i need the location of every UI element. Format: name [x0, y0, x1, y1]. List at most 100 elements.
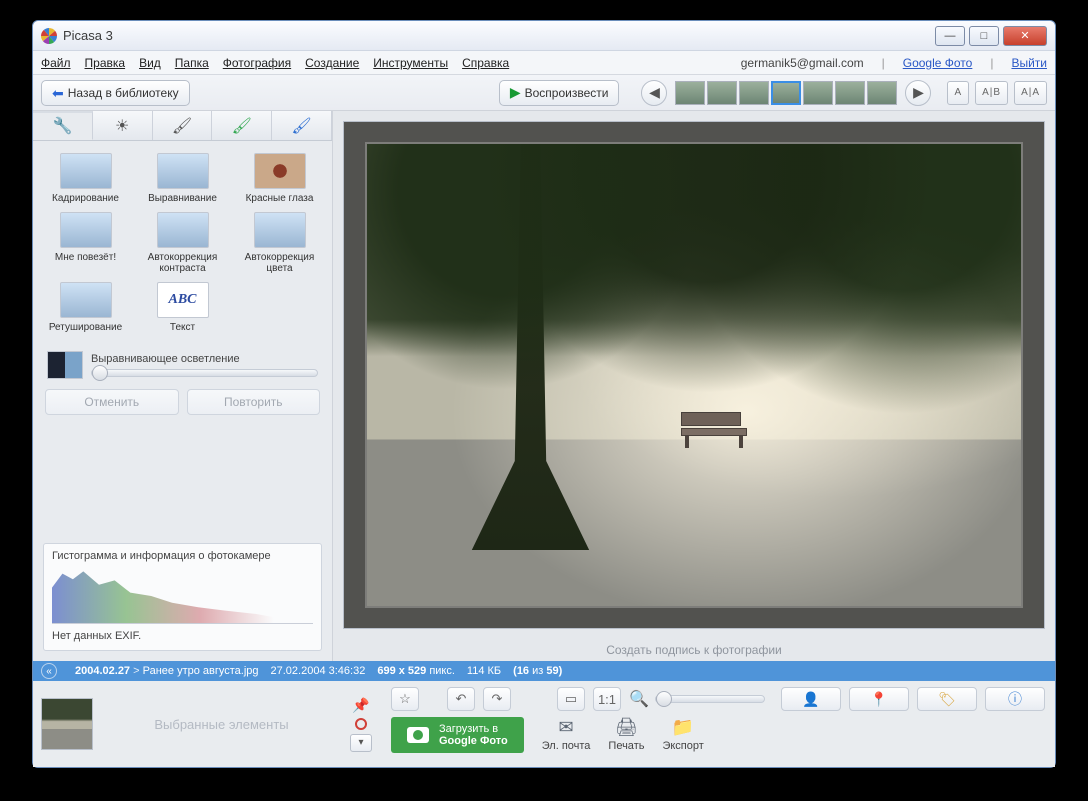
- tab-basic-fixes[interactable]: 🔧: [33, 111, 93, 140]
- people-tag-button[interactable]: 👤: [781, 687, 841, 711]
- tray-dropdown[interactable]: ▾: [350, 734, 372, 752]
- tool-lucky[interactable]: Мне повезёт!: [41, 212, 130, 274]
- tool-straighten[interactable]: Выравнивание: [138, 153, 227, 204]
- thumbnail-selected[interactable]: [771, 81, 801, 105]
- menu-edit[interactable]: Правка: [85, 56, 126, 70]
- pin-icon[interactable]: 📌: [352, 697, 369, 714]
- retouch-icon: [60, 282, 112, 318]
- tool-retouch[interactable]: Ретуширование: [41, 282, 130, 333]
- menu-tools[interactable]: Инструменты: [373, 56, 448, 70]
- caption-input[interactable]: Создать подпись к фотографии: [333, 639, 1055, 661]
- actions-panel: ☆ ↶ ↷ ▭ 1:1 🔍 👤 📍 🏷 ⓘ: [381, 681, 1055, 767]
- tab-effects-2[interactable]: 🖌: [212, 111, 272, 140]
- tool-auto-contrast[interactable]: Автокоррекция контраста: [138, 212, 227, 274]
- print-icon: 🖨: [615, 717, 638, 738]
- exif-message: Нет данных EXIF.: [52, 630, 313, 642]
- brush-icon: 🖌: [172, 116, 192, 136]
- close-button[interactable]: ✕: [1003, 26, 1047, 46]
- play-slideshow-button[interactable]: ▶ Воспроизвести: [499, 80, 620, 106]
- fill-light-group: Выравнивающее осветление: [33, 345, 332, 389]
- star-button[interactable]: ☆: [391, 687, 419, 711]
- rotate-right-button[interactable]: ↷: [483, 687, 511, 711]
- file-path: 2004.02.27 > Ранее утро августа.jpg: [75, 665, 259, 677]
- fill-light-slider[interactable]: [91, 369, 318, 377]
- bottom-panel: Выбранные элементы 📌 ▾ ☆ ↶ ↷ ▭ 1:1 🔍: [33, 681, 1055, 767]
- file-datetime: 27.02.2004 3:46:32: [271, 665, 366, 677]
- menu-file[interactable]: Файл: [41, 56, 71, 70]
- back-to-library-button[interactable]: ⬅ Назад в библиотеку: [41, 80, 190, 106]
- fill-light-label: Выравнивающее осветление: [91, 353, 318, 365]
- menu-folder[interactable]: Папка: [175, 56, 209, 70]
- contrast-icon: [157, 212, 209, 248]
- tab-effects-1[interactable]: 🖌: [153, 111, 213, 140]
- next-photo-button[interactable]: ▶: [905, 80, 931, 106]
- status-infobar: « 2004.02.27 > Ранее утро августа.jpg 27…: [33, 661, 1055, 681]
- menu-photo[interactable]: Фотография: [223, 56, 291, 70]
- wrench-icon: 🔧: [52, 116, 72, 136]
- geo-tag-button[interactable]: 📍: [849, 687, 909, 711]
- tag-button[interactable]: 🏷: [917, 687, 977, 711]
- tab-tuning[interactable]: ☀: [93, 111, 153, 140]
- play-label: Воспроизвести: [525, 86, 609, 100]
- edit-sidebar: 🔧 ☀ 🖌 🖌 🖌 Кадрирование Выравнивание Крас…: [33, 111, 333, 661]
- brush-blue-icon: 🖌: [291, 116, 311, 136]
- collapse-tray-button[interactable]: «: [41, 663, 57, 679]
- zoom-slider[interactable]: [655, 695, 765, 703]
- compare-ab-button[interactable]: A|B: [975, 81, 1008, 105]
- photo-bench-detail: [681, 412, 747, 448]
- tool-redeye[interactable]: Красные глаза: [235, 153, 324, 204]
- email-button[interactable]: ✉Эл. почта: [542, 717, 591, 752]
- thumbnail[interactable]: [675, 81, 705, 105]
- compare-a-button[interactable]: A: [947, 81, 969, 105]
- brush-green-icon: 🖌: [232, 116, 252, 136]
- tool-auto-color[interactable]: Автокоррекция цвета: [235, 212, 324, 274]
- redo-button[interactable]: Повторить: [187, 389, 321, 415]
- rotate-left-button[interactable]: ↶: [447, 687, 475, 711]
- histogram-panel: Гистограмма и информация о фотокамере Не…: [43, 543, 322, 651]
- thumbnail[interactable]: [803, 81, 833, 105]
- thumbnail[interactable]: [835, 81, 865, 105]
- tool-crop[interactable]: Кадрирование: [41, 153, 130, 204]
- upload-google-photos-button[interactable]: Загрузить вGoogle Фото: [391, 717, 524, 753]
- menu-create[interactable]: Создание: [305, 56, 359, 70]
- menu-view[interactable]: Вид: [139, 56, 161, 70]
- tool-text[interactable]: Текст: [138, 282, 227, 333]
- viewer-pane: Создать подпись к фотографии: [333, 111, 1055, 661]
- photo-canvas[interactable]: [343, 121, 1045, 629]
- crop-icon: [60, 153, 112, 189]
- email-icon: ✉: [559, 717, 574, 738]
- selection-tray: Выбранные элементы 📌 ▾: [33, 681, 381, 767]
- content-area: 🔧 ☀ 🖌 🖌 🖌 Кадрирование Выравнивание Крас…: [33, 111, 1055, 661]
- menubar: Файл Правка Вид Папка Фотография Создани…: [33, 51, 1055, 75]
- titlebar[interactable]: Picasa 3 — □ ✕: [33, 21, 1055, 51]
- maximize-button[interactable]: □: [969, 26, 999, 46]
- camera-icon: [407, 727, 429, 743]
- file-size: 114 КБ: [467, 665, 501, 677]
- sun-icon: ☀: [115, 116, 129, 136]
- thumbnail[interactable]: [707, 81, 737, 105]
- thumbnail[interactable]: [739, 81, 769, 105]
- fit-button[interactable]: ▭: [557, 687, 585, 711]
- logout-link[interactable]: Выйти: [1011, 56, 1047, 70]
- menu-help[interactable]: Справка: [462, 56, 509, 70]
- redeye-icon: [254, 153, 306, 189]
- fill-light-icon: [47, 351, 83, 379]
- info-button[interactable]: ⓘ: [985, 687, 1045, 711]
- thumbnail[interactable]: [867, 81, 897, 105]
- undo-button[interactable]: Отменить: [45, 389, 179, 415]
- account-email[interactable]: germanik5@gmail.com: [741, 56, 864, 70]
- compare-aa-button[interactable]: A|A: [1014, 81, 1047, 105]
- tab-effects-3[interactable]: 🖌: [272, 111, 332, 140]
- clear-tray-icon[interactable]: [355, 718, 367, 730]
- tray-thumbnail[interactable]: [41, 698, 93, 750]
- export-button[interactable]: 📁Экспорт: [662, 717, 703, 752]
- google-photos-link[interactable]: Google Фото: [903, 56, 973, 70]
- print-button[interactable]: 🖨Печать: [608, 717, 644, 752]
- app-window: Picasa 3 — □ ✕ Файл Правка Вид Папка Фот…: [32, 20, 1056, 768]
- filmstrip: [675, 81, 897, 105]
- zoom-icon: 🔍: [629, 689, 649, 709]
- prev-photo-button[interactable]: ◀: [641, 80, 667, 106]
- minimize-button[interactable]: —: [935, 26, 965, 46]
- actual-size-button[interactable]: 1:1: [593, 687, 621, 711]
- window-title: Picasa 3: [63, 28, 935, 43]
